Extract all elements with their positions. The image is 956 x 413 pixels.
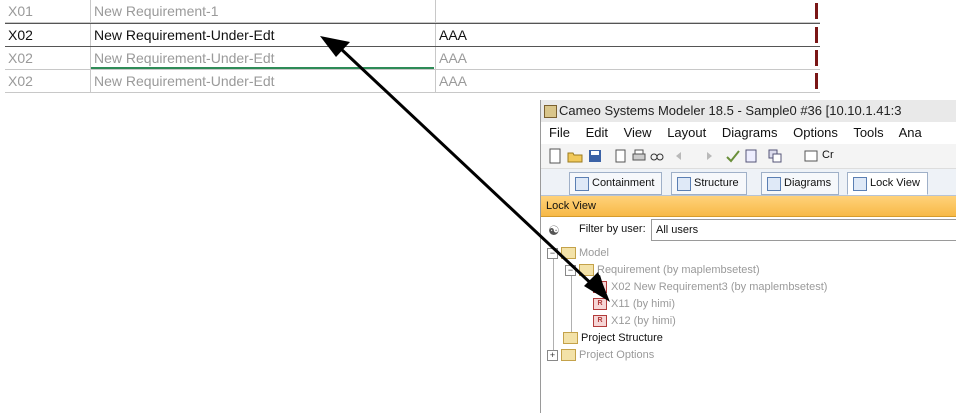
cameo-window: Cameo Systems Modeler 18.5 - Sample0 #36…	[540, 100, 956, 413]
text-cell[interactable]	[435, 0, 819, 22]
tree-node-model[interactable]: − Model	[547, 245, 609, 261]
requirement-icon: R	[593, 281, 607, 294]
tab-label: Lock View	[870, 177, 920, 189]
name-cell-editing[interactable]: New Requirement-Under-Edt	[90, 47, 434, 69]
tree-node-x12[interactable]: R X12 (by himi)	[593, 313, 676, 329]
lock-view-icon	[853, 177, 867, 191]
lock-owner: (by maplembsetest)	[663, 264, 760, 276]
new-project-icon[interactable]	[547, 148, 563, 164]
row-marker	[815, 3, 818, 19]
menu-diagrams[interactable]: Diagrams	[722, 125, 778, 140]
package-icon	[561, 349, 576, 362]
menu-bar: File Edit View Layout Diagrams Options T…	[541, 122, 956, 144]
tree-node-project-structure[interactable]: Project Structure	[563, 330, 663, 346]
tree-node-requirement[interactable]: − Requirement (by maplembsetest)	[565, 262, 760, 278]
find-icon[interactable]	[649, 148, 665, 164]
expand-icon[interactable]: +	[547, 349, 558, 361]
filter-label: Filter by user:	[579, 223, 646, 235]
node-label: X11	[611, 298, 630, 310]
lock-owner: (by maplembsetest)	[730, 281, 828, 293]
row-marker	[815, 50, 818, 66]
node-label: Requirement	[597, 264, 660, 276]
id-cell[interactable]: X02	[8, 47, 83, 69]
open-folder-icon[interactable]	[567, 148, 583, 164]
node-label: X12	[611, 315, 631, 327]
tab-containment[interactable]: Containment	[569, 172, 663, 195]
menu-view[interactable]: View	[624, 125, 652, 140]
id-cell[interactable]: X02	[8, 24, 83, 46]
users-icon: ☯	[548, 223, 560, 238]
text-cell[interactable]: AAA	[435, 70, 819, 92]
main-toolbar: Cr	[541, 144, 956, 169]
menu-file[interactable]: File	[549, 125, 570, 140]
tab-label: Containment	[592, 177, 655, 189]
package-icon	[563, 332, 578, 345]
validate-icon[interactable]	[725, 148, 741, 164]
tree-line	[553, 253, 554, 357]
node-label: Model	[579, 247, 609, 259]
notes-icon[interactable]	[743, 148, 759, 164]
tab-structure[interactable]: Structure	[671, 172, 747, 195]
lock-tree: − Model − Requirement (by maplembsetest) R…	[541, 243, 956, 413]
containment-icon	[575, 177, 589, 191]
table-row-selected[interactable]: X02 New Requirement-Under-Edt AAA	[5, 23, 820, 47]
lock-view-header: Lock View	[541, 196, 956, 217]
name-cell[interactable]: New Requirement-Under-Edt	[90, 24, 434, 46]
requirement-icon: R	[593, 298, 607, 311]
save-icon[interactable]	[587, 148, 603, 164]
tab-label: Structure	[694, 177, 739, 189]
text-cell[interactable]: AAA	[435, 47, 819, 69]
requirement-icon: R	[593, 315, 607, 328]
node-label: Project Structure	[581, 332, 663, 344]
redo-icon[interactable]	[699, 148, 715, 164]
lock-owner: (by himi)	[632, 298, 675, 310]
copy-element-icon[interactable]	[767, 148, 783, 164]
collapse-icon[interactable]: −	[565, 264, 576, 276]
table-row[interactable]: X01 New Requirement-1	[5, 0, 820, 23]
tree-node-project-options[interactable]: + Project Options	[547, 347, 654, 363]
print-icon[interactable]	[631, 148, 647, 164]
window-title: Cameo Systems Modeler 18.5 - Sample0 #36…	[559, 103, 902, 118]
menu-layout[interactable]: Layout	[667, 125, 706, 140]
print-preview-icon[interactable]	[613, 148, 629, 164]
tree-node-x02[interactable]: R X02 New Requirement3 (by maplembsetest)	[593, 279, 827, 295]
menu-analyze[interactable]: Ana	[899, 125, 922, 140]
id-cell[interactable]: X02	[8, 70, 83, 92]
window-titlebar[interactable]: Cameo Systems Modeler 18.5 - Sample0 #36…	[541, 100, 956, 122]
id-cell[interactable]: X01	[8, 0, 83, 22]
structure-icon	[677, 177, 691, 191]
menu-options[interactable]: Options	[793, 125, 838, 140]
app-icon	[544, 105, 557, 118]
collapse-icon[interactable]: −	[547, 247, 558, 259]
undo-icon[interactable]	[673, 148, 689, 164]
menu-tools[interactable]: Tools	[853, 125, 883, 140]
tree-node-x11[interactable]: R X11 (by himi)	[593, 296, 675, 312]
filter-row: ☯ Filter by user: All users	[541, 217, 956, 243]
package-icon	[579, 264, 594, 277]
table-row[interactable]: X02 New Requirement-Under-Edt AAA	[5, 70, 820, 93]
diagrams-icon	[767, 177, 781, 191]
name-cell[interactable]: New Requirement-Under-Edt	[90, 70, 434, 92]
tab-lock-view[interactable]: Lock View	[847, 172, 928, 195]
tab-label: Diagrams	[784, 177, 832, 189]
node-label: Project Options	[579, 349, 655, 361]
row-marker	[815, 73, 818, 89]
menu-edit[interactable]: Edit	[586, 125, 608, 140]
text-cell[interactable]: AAA	[435, 24, 819, 46]
toolbar-create-label[interactable]: Cr	[822, 149, 834, 161]
lock-owner: (by himi)	[633, 315, 676, 327]
node-label: X02 New Requirement3	[611, 281, 728, 293]
requirements-table: X01 New Requirement-1 X02 New Requiremen…	[5, 0, 820, 93]
tab-diagrams[interactable]: Diagrams	[761, 172, 840, 195]
browser-tabs: Containment Structure Diagrams Lock View	[541, 169, 956, 196]
table-row[interactable]: X02 New Requirement-Under-Edt AAA	[5, 47, 820, 70]
create-diagram-icon[interactable]	[803, 148, 819, 164]
filter-user-select[interactable]: All users	[651, 219, 956, 241]
name-cell[interactable]: New Requirement-1	[90, 0, 434, 22]
package-icon	[561, 247, 576, 260]
row-marker	[815, 27, 818, 43]
